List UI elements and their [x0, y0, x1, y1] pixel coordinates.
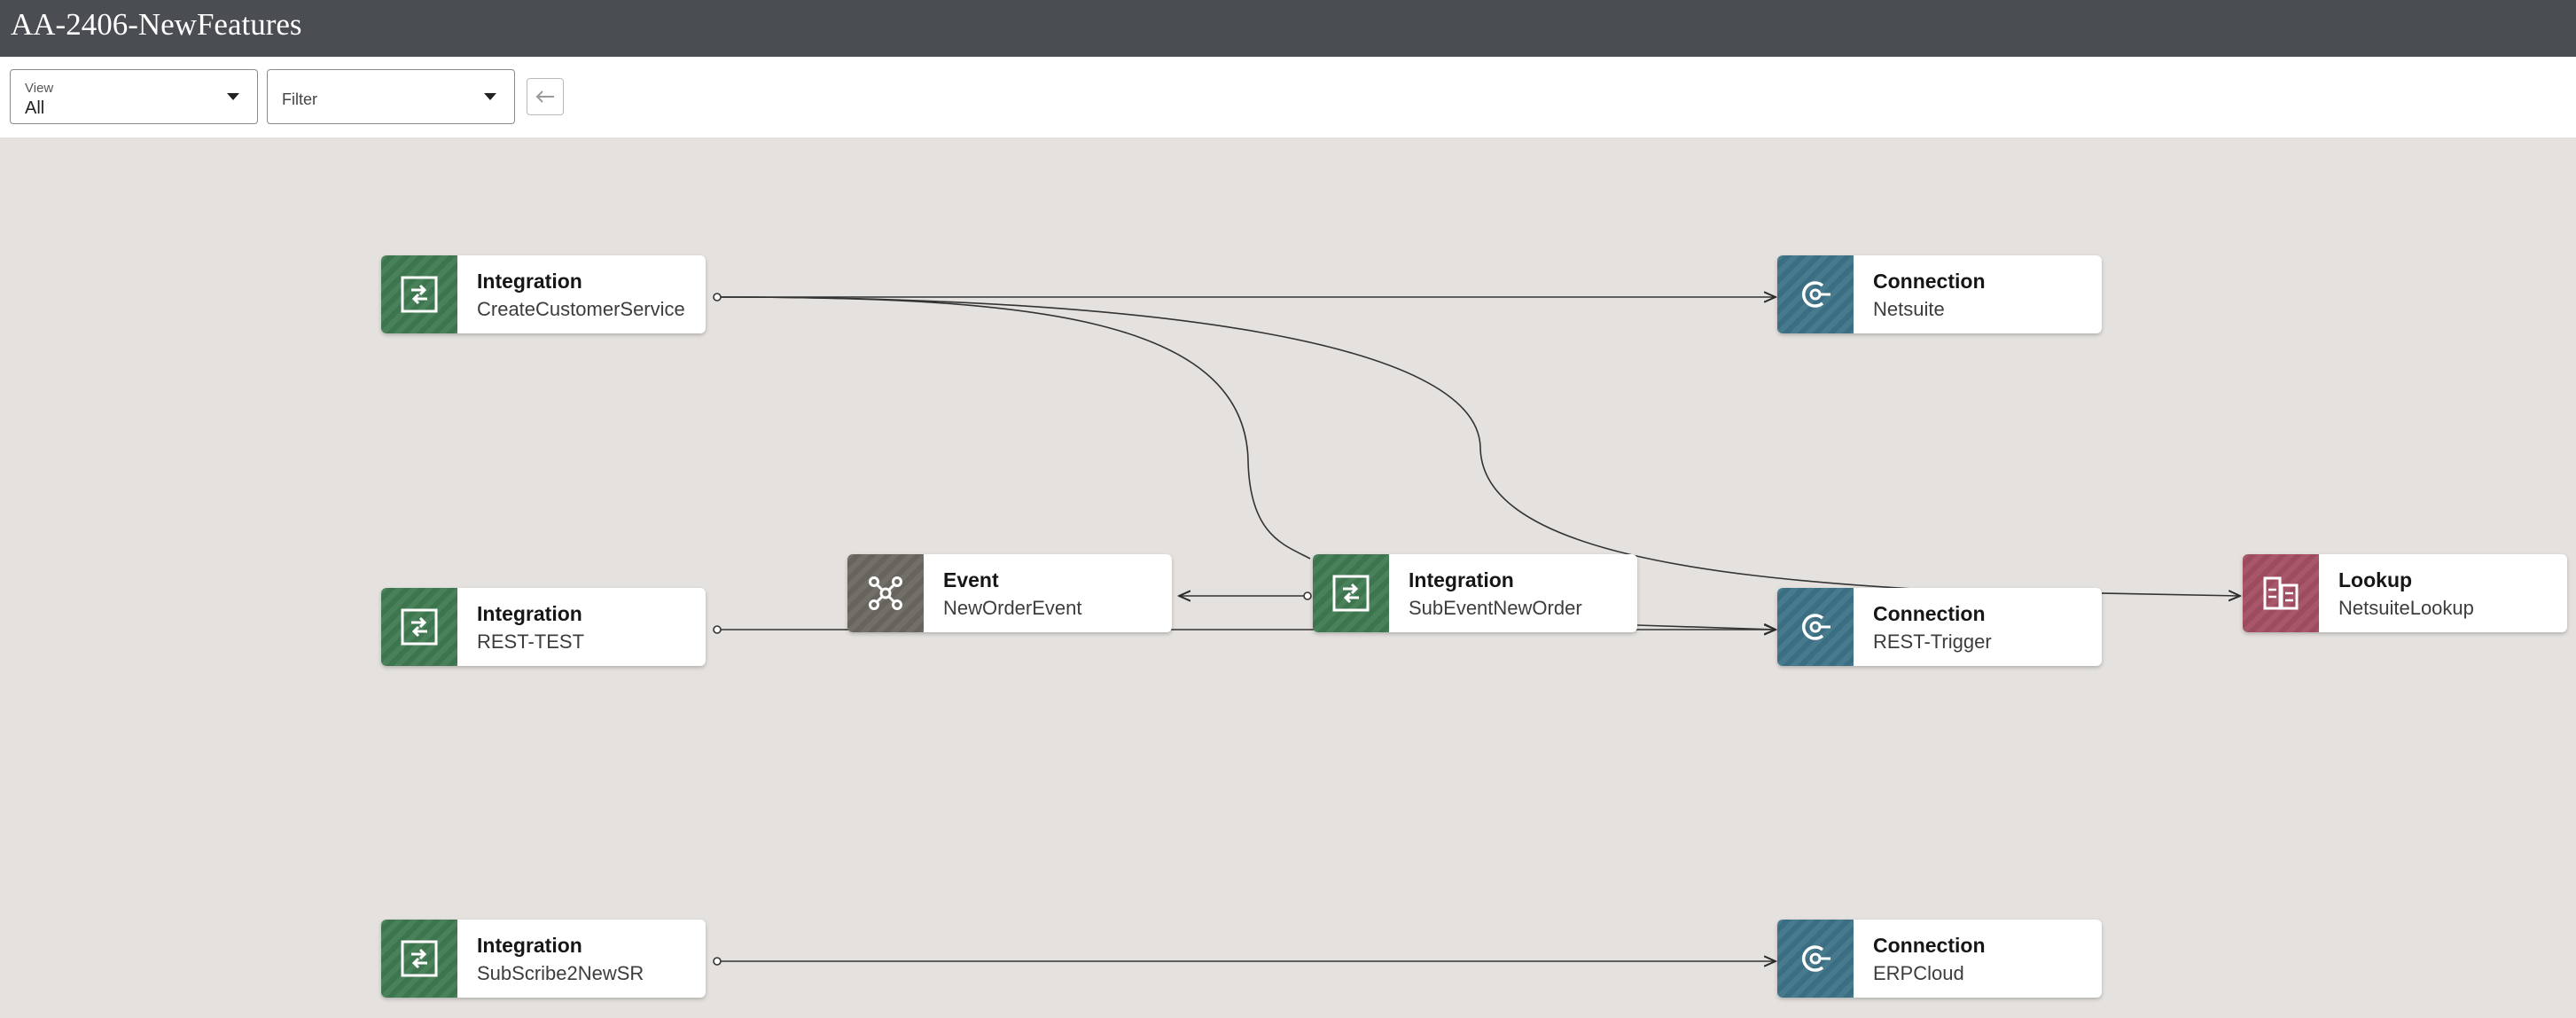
integration-icon [401, 940, 438, 977]
integration-icon [401, 276, 438, 313]
toolbar: View All Filter [0, 57, 2576, 137]
node-type: Connection [1873, 934, 1986, 957]
page-title: AA-2406-NewFeatures [11, 7, 302, 42]
node-connection[interactable]: Connection REST-Trigger [1777, 588, 2102, 666]
event-icon [869, 576, 902, 610]
edge-port [713, 957, 722, 966]
node-integration[interactable]: Integration SubEventNewOrder [1313, 554, 1637, 632]
node-connection[interactable]: Connection Netsuite [1777, 255, 2102, 333]
edge-port [713, 625, 722, 634]
node-type: Event [943, 568, 999, 591]
chevron-down-icon [227, 93, 239, 100]
node-integration[interactable]: Integration CreateCustomerService [381, 255, 706, 333]
node-tile [1777, 255, 1854, 333]
node-type: Integration [1409, 568, 1514, 591]
connection-icon [1801, 614, 1831, 640]
chevron-down-icon [484, 93, 496, 100]
node-tile [381, 920, 457, 998]
edge-port [713, 293, 722, 301]
lookup-icon [2263, 576, 2299, 610]
node-type: Connection [1873, 270, 1986, 293]
node-integration[interactable]: Integration SubScribe2NewSR [381, 920, 706, 998]
node-tile [381, 588, 457, 666]
integration-icon [401, 608, 438, 646]
view-select[interactable]: View All [10, 69, 258, 124]
connection-icon [1801, 945, 1831, 972]
node-name: REST-Trigger [1873, 630, 1992, 653]
app-header: AA-2406-NewFeatures [0, 0, 2576, 57]
node-name: ERPCloud [1873, 962, 1964, 984]
node-type: Connection [1873, 602, 1986, 625]
node-connection[interactable]: Connection ERPCloud [1777, 920, 2102, 998]
view-select-value: All [25, 98, 45, 118]
edge-createcustomerservice-subeventneworder [716, 296, 1311, 560]
node-name: SubEventNewOrder [1409, 597, 1582, 619]
dependency-canvas: Integration CreateCustomerService Connec… [0, 137, 2576, 1018]
connection-icon [1801, 281, 1831, 308]
node-integration[interactable]: Integration REST-TEST [381, 588, 706, 666]
view-select-label: View [25, 81, 54, 96]
node-type: Integration [477, 270, 582, 293]
filter-select[interactable]: Filter [267, 69, 515, 124]
back-button[interactable] [527, 78, 564, 115]
node-tile [1777, 588, 1854, 666]
node-name: NewOrderEvent [943, 597, 1082, 619]
node-tile [2243, 554, 2319, 632]
node-lookup[interactable]: Lookup NetsuiteLookup [2243, 554, 2567, 632]
integration-icon [1332, 575, 1370, 612]
node-name: CreateCustomerService [477, 298, 685, 320]
node-type: Integration [477, 602, 582, 625]
arrow-left-icon [535, 90, 554, 103]
node-name: Netsuite [1873, 298, 1945, 320]
node-name: SubScribe2NewSR [477, 962, 644, 984]
node-tile [1313, 554, 1389, 632]
node-name: REST-TEST [477, 630, 585, 653]
node-type: Integration [477, 934, 582, 957]
node-name: NetsuiteLookup [2338, 597, 2474, 619]
edge-port [1303, 591, 1312, 600]
node-event[interactable]: Event NewOrderEvent [847, 554, 1172, 632]
filter-select-placeholder: Filter [282, 90, 317, 108]
node-type: Lookup [2338, 568, 2413, 591]
node-tile [381, 255, 457, 333]
node-tile [847, 554, 924, 632]
node-tile [1777, 920, 1854, 998]
edge-createcustomerservice-rest-trigger [716, 296, 1929, 591]
